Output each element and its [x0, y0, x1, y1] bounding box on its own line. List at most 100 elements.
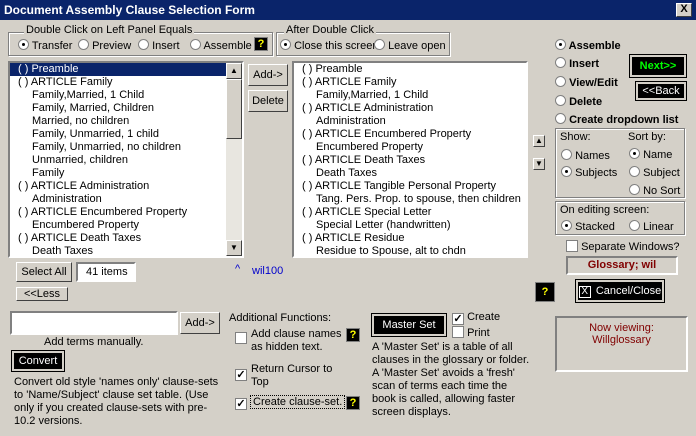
show-names-label: Names: [575, 150, 610, 162]
radio-circle: [629, 166, 640, 177]
list-item[interactable]: Family: [10, 167, 242, 180]
convert-button[interactable]: Convert: [11, 350, 65, 372]
radio-insert[interactable]: Insert: [138, 39, 180, 52]
create-clause-set-help-button[interactable]: ?: [346, 396, 360, 410]
back-button[interactable]: <<Back: [635, 81, 687, 101]
separate-windows-checkbox[interactable]: Separate Windows?: [566, 240, 680, 253]
mode-delete-label: Delete: [569, 96, 603, 108]
mode-insert[interactable]: Insert: [555, 57, 599, 70]
list-item[interactable]: Family,Married, 1 Child: [294, 89, 526, 102]
main-help-button[interactable]: ?: [535, 282, 555, 302]
scroll-up-arrow-icon[interactable]: ▲: [226, 63, 242, 79]
double-click-help-button[interactable]: ?: [254, 37, 268, 51]
less-button[interactable]: <<Less: [16, 287, 68, 301]
radio-close-screen-label: Close this screen: [294, 40, 379, 52]
master-set-button[interactable]: Master Set: [371, 313, 447, 337]
caret-icon: ^: [235, 263, 241, 275]
items-count-field: 41 items: [76, 262, 136, 282]
add-clause-button[interactable]: Add->: [248, 64, 288, 86]
manual-term-input[interactable]: [10, 311, 178, 335]
select-all-button[interactable]: Select All: [16, 262, 72, 282]
return-cursor-checkbox[interactable]: ✓: [235, 367, 247, 381]
master-create-checkbox[interactable]: ✓ Create: [452, 311, 500, 325]
list-item[interactable]: Death Taxes: [10, 245, 242, 256]
sort-subject[interactable]: Subject: [629, 166, 680, 179]
close-button[interactable]: X: [676, 3, 692, 17]
mode-view-edit[interactable]: View/Edit: [555, 76, 618, 89]
radio-circle: [280, 39, 291, 50]
editing-screen-label: On editing screen:: [560, 204, 650, 216]
list-item[interactable]: ( ) ARTICLE Death Taxes: [294, 154, 526, 167]
cancel-close-button[interactable]: X Cancel/Close: [575, 279, 665, 303]
list-item[interactable]: ( ) ARTICLE Encumbered Property: [10, 206, 242, 219]
hidden-text-help-button[interactable]: ?: [346, 328, 360, 342]
list-item[interactable]: Married, no children: [10, 115, 242, 128]
radio-preview-label: Preview: [92, 40, 132, 52]
sort-none[interactable]: No Sort: [629, 184, 680, 197]
list-item[interactable]: Family, Married, Children: [10, 102, 242, 115]
editing-stacked[interactable]: Stacked: [561, 220, 615, 233]
list-item[interactable]: Administration: [10, 193, 242, 206]
left-list-scrollbar[interactable]: ▲ ▼: [226, 63, 242, 256]
list-item[interactable]: ( ) ARTICLE Death Taxes: [10, 232, 242, 245]
list-item[interactable]: Unmarried, children: [10, 154, 242, 167]
list-item[interactable]: ( ) ARTICLE Family: [294, 76, 526, 89]
move-down-arrow-icon[interactable]: ▼: [533, 158, 545, 170]
list-item[interactable]: Encumbered Property: [10, 219, 242, 232]
window-title: Document Assembly Clause Selection Form: [4, 3, 255, 17]
delete-clause-button[interactable]: Delete: [248, 90, 288, 112]
radio-preview[interactable]: Preview: [78, 39, 131, 52]
list-item[interactable]: ( ) ARTICLE Special Letter: [294, 206, 526, 219]
hidden-text-checkbox[interactable]: [235, 332, 247, 345]
radio-assemble[interactable]: Assemble: [190, 39, 252, 52]
show-names[interactable]: Names: [561, 149, 610, 162]
editing-linear[interactable]: Linear: [629, 220, 674, 233]
mode-delete[interactable]: Delete: [555, 95, 602, 108]
master-print-checkbox[interactable]: Print: [452, 326, 490, 339]
list-item[interactable]: Family, Unmarried, no children: [10, 141, 242, 154]
list-item[interactable]: ( ) ARTICLE Family: [10, 76, 242, 89]
list-item[interactable]: ( ) Preamble: [294, 63, 526, 76]
mode-assemble[interactable]: Assemble: [555, 39, 621, 52]
sort-name[interactable]: Name: [629, 148, 672, 161]
scroll-down-arrow-icon[interactable]: ▼: [226, 240, 242, 256]
list-item[interactable]: ( ) ARTICLE Administration: [10, 180, 242, 193]
move-up-arrow-icon[interactable]: ▲: [533, 135, 545, 147]
list-item[interactable]: Special Letter (handwritten): [294, 219, 526, 232]
radio-circle: [190, 39, 201, 50]
next-button[interactable]: Next>>: [629, 54, 687, 78]
list-item[interactable]: ( ) ARTICLE Administration: [294, 102, 526, 115]
list-item[interactable]: Tang. Pers. Prop. to spouse, then childr…: [294, 193, 526, 206]
list-item[interactable]: ( ) ARTICLE Tangible Personal Property: [294, 180, 526, 193]
radio-circle: [555, 76, 566, 87]
list-item[interactable]: ( ) ARTICLE Residue: [294, 232, 526, 245]
list-item[interactable]: ( ) Preamble: [10, 63, 242, 76]
scroll-thumb[interactable]: [226, 79, 242, 139]
radio-transfer[interactable]: Transfer: [18, 39, 72, 52]
list-item[interactable]: ( ) ARTICLE Encumbered Property: [294, 128, 526, 141]
radio-circle: [138, 39, 149, 50]
mode-create-dropdown[interactable]: Create dropdown list: [555, 113, 678, 126]
radio-insert-label: Insert: [152, 40, 180, 52]
list-item[interactable]: Family, Unmarried, 1 child: [10, 128, 242, 141]
create-clause-set-checkbox[interactable]: ✓: [235, 396, 247, 410]
left-clause-list[interactable]: ( ) Preamble( ) ARTICLE Family Family,Mar…: [8, 61, 244, 258]
right-clause-list[interactable]: ( ) Preamble( ) ARTICLE Family Family,Mar…: [292, 61, 528, 258]
list-item[interactable]: Residue to Spouse, alt to chdn: [294, 245, 526, 256]
return-cursor-label: Return Cursor to Top: [251, 363, 333, 388]
list-item[interactable]: Family,Married, 1 Child: [10, 89, 242, 102]
mode-create-dropdown-label: Create dropdown list: [569, 114, 679, 126]
show-subjects[interactable]: Subjects: [561, 166, 617, 179]
show-subjects-label: Subjects: [575, 167, 618, 179]
list-item[interactable]: Encumbered Property: [294, 141, 526, 154]
mode-assemble-label: Assemble: [568, 40, 621, 52]
sort-label: Sort by:: [628, 131, 666, 143]
radio-close-screen[interactable]: Close this screen: [280, 39, 378, 52]
list-item[interactable]: Administration: [294, 115, 526, 128]
left-list-rows: ( ) Preamble( ) ARTICLE Family Family,Mar…: [10, 63, 242, 256]
editing-stacked-label: Stacked: [575, 221, 615, 233]
manual-add-button[interactable]: Add->: [180, 312, 220, 334]
radio-leave-open[interactable]: Leave open: [374, 39, 446, 52]
close-x-icon: X: [578, 286, 591, 298]
list-item[interactable]: Death Taxes: [294, 167, 526, 180]
